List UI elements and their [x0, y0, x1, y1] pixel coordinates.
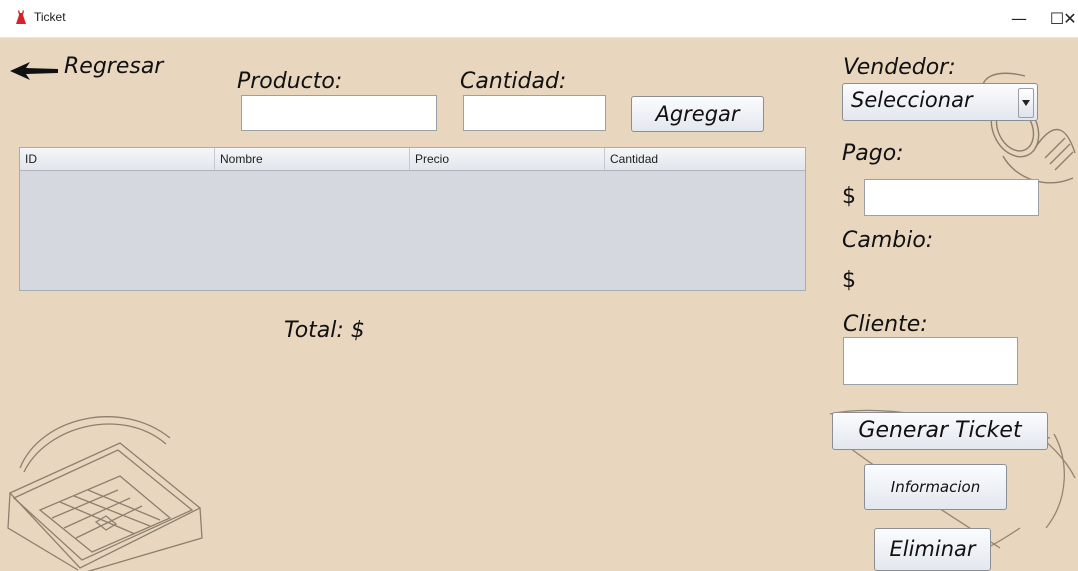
pago-label: Pago: — [842, 141, 904, 166]
dropdown-arrow-icon[interactable] — [1018, 88, 1034, 118]
window-title: Ticket — [34, 10, 66, 24]
dress-icon — [16, 10, 26, 24]
back-label: Regresar — [64, 54, 164, 79]
total-label: Total: $ — [284, 318, 365, 343]
vendedor-label: Vendedor: — [843, 55, 956, 80]
cliente-input[interactable] — [843, 337, 1018, 385]
table-header: ID Nombre Precio Cantidad — [20, 148, 805, 171]
handbag-sketch-decoration — [7, 416, 203, 571]
vendedor-select[interactable]: Seleccionar — [842, 83, 1038, 121]
eliminar-button[interactable]: Eliminar — [874, 528, 991, 571]
informacion-button[interactable]: Informacion — [864, 464, 1007, 510]
pago-input[interactable] — [864, 179, 1039, 216]
cambio-currency: $ — [842, 268, 856, 293]
total-row: Total: $ — [284, 318, 365, 343]
producto-input[interactable] — [241, 95, 437, 131]
minimize-button[interactable]: — — [996, 6, 1042, 32]
cliente-label: Cliente: — [843, 312, 928, 337]
products-table[interactable]: ID Nombre Precio Cantidad — [19, 147, 806, 291]
agregar-button[interactable]: Agregar — [631, 96, 764, 132]
arrow-left-icon — [10, 62, 58, 80]
title-bar: Ticket — ☐ ✕ — [0, 0, 1078, 38]
producto-label: Producto: — [237, 69, 343, 94]
column-header-id[interactable]: ID — [20, 148, 215, 170]
generar-ticket-button[interactable]: Generar Ticket — [832, 412, 1048, 450]
cantidad-label: Cantidad: — [460, 69, 567, 94]
vendedor-selected-value: Seleccionar — [851, 88, 973, 112]
main-panel: Regresar Producto: Cantidad: Agregar ID … — [0, 38, 1078, 571]
cantidad-input[interactable] — [463, 95, 606, 131]
column-header-cantidad[interactable]: Cantidad — [605, 148, 805, 170]
column-header-nombre[interactable]: Nombre — [215, 148, 410, 170]
column-header-precio[interactable]: Precio — [410, 148, 605, 170]
table-body — [20, 171, 805, 290]
pago-currency: $ — [842, 184, 856, 209]
close-button[interactable]: ✕ — [1062, 6, 1078, 32]
cambio-label: Cambio: — [842, 228, 934, 253]
